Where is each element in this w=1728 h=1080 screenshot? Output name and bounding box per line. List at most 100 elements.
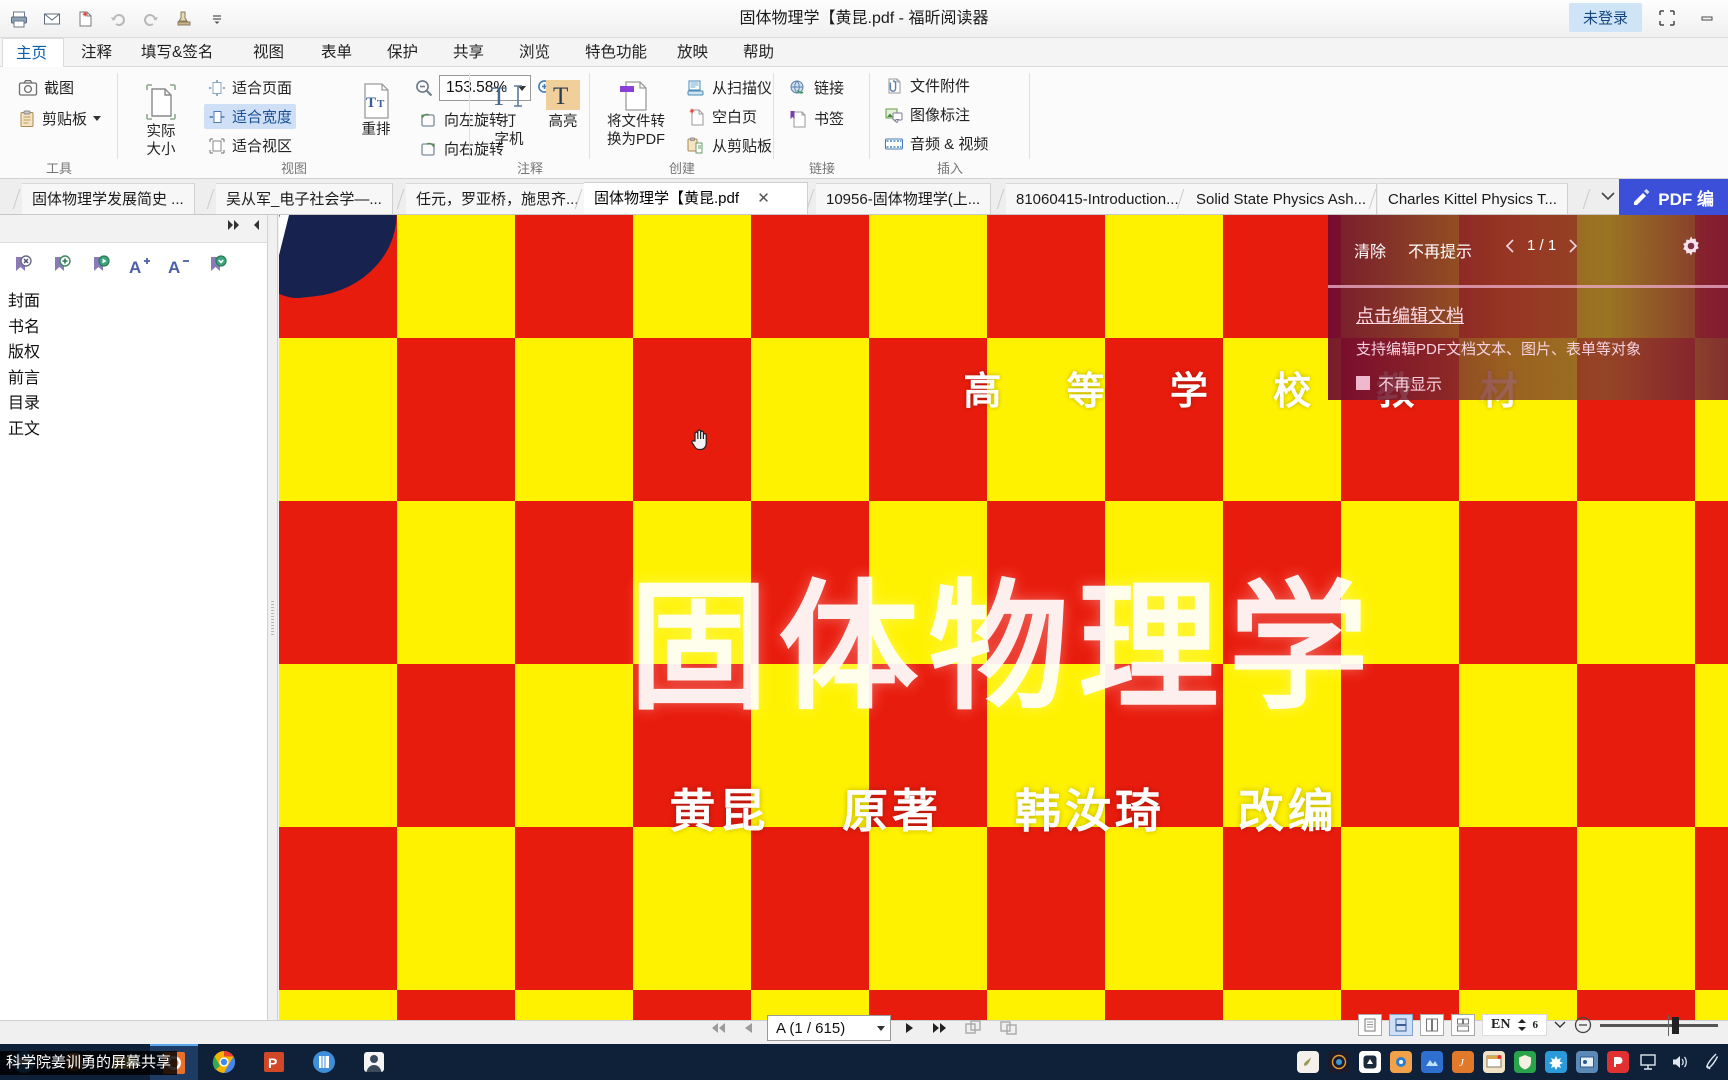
continuous-icon[interactable] xyxy=(1389,1014,1414,1036)
document-view[interactable]: 高 等 学 校 教 材 固体物理学 黄昆 原著 韩汝琦 改编 清除 不再提示 1… xyxy=(279,215,1728,1020)
tray-app-3-icon[interactable] xyxy=(1359,1051,1381,1073)
page-select-chevron-down-icon[interactable] xyxy=(877,1025,885,1031)
bookmark-item-cover[interactable]: 封面 xyxy=(2,289,267,315)
convert-to-pdf-button[interactable]: 将文件转 换为PDF xyxy=(598,75,674,149)
user-icon[interactable] xyxy=(350,1044,398,1080)
bookmark-expand-icon[interactable] xyxy=(205,253,231,279)
highlight-button[interactable]: T 高亮 xyxy=(532,75,594,131)
doc-tab-0[interactable]: 固体物理学发展简史 ... xyxy=(22,183,195,214)
ribbon-tab-help[interactable]: 帮助 xyxy=(730,38,787,67)
page-number-select[interactable]: A (1 / 615) xyxy=(767,1015,891,1041)
ribbon-tab-fill-sign[interactable]: 填写&签名 xyxy=(128,38,226,67)
tray-app-6-icon[interactable]: J xyxy=(1452,1051,1474,1073)
first-page-icon[interactable] xyxy=(706,1018,730,1038)
promo-clear-button[interactable]: 清除 xyxy=(1354,238,1386,262)
tray-app-10-icon[interactable] xyxy=(1576,1051,1598,1073)
tray-app-5-icon[interactable] xyxy=(1421,1051,1443,1073)
tray-app-4-icon[interactable] xyxy=(1390,1051,1412,1073)
bookmark-item-body[interactable]: 正文 xyxy=(2,417,267,443)
doc-tab-1[interactable]: 吴从军_电子社会学—... xyxy=(216,183,393,214)
ribbon-tab-browse[interactable]: 浏览 xyxy=(506,38,563,67)
actual-size-button[interactable]: 实际 大小 xyxy=(128,77,194,159)
pdf-edit-badge[interactable]: PDF 编 xyxy=(1619,179,1728,215)
print-icon[interactable] xyxy=(4,4,34,34)
fit-width-button[interactable]: 适合宽度 xyxy=(204,104,297,129)
login-status-button[interactable]: 未登录 xyxy=(1568,3,1642,32)
monitor-icon[interactable] xyxy=(1638,1051,1660,1073)
doc-tab-close-icon[interactable]: ✕ xyxy=(757,190,770,207)
fit-page-button[interactable]: 适合页面 xyxy=(204,75,296,100)
doc-tab-4[interactable]: 10956-固体物理学(上... xyxy=(816,183,992,214)
volume-icon[interactable] xyxy=(1669,1051,1691,1073)
panel-expand-icon[interactable] xyxy=(227,219,241,231)
promo-hide-checkbox[interactable]: 不再显示 xyxy=(1356,371,1728,395)
ribbon-tab-comment[interactable]: 注释 xyxy=(68,38,125,67)
from-scanner-button[interactable]: 从扫描仪 xyxy=(682,75,776,100)
promo-prev-chevron-left-icon[interactable] xyxy=(1504,238,1516,254)
bookmark-item-preface[interactable]: 前言 xyxy=(2,366,267,392)
ribbon-tab-share[interactable]: 共享 xyxy=(440,38,497,67)
ribbon-collapse-icon[interactable] xyxy=(1652,4,1682,32)
panel-splitter[interactable] xyxy=(268,215,278,1020)
clipboard-dropdown-icon[interactable] xyxy=(93,116,102,121)
zoom-preset-chevron-down-icon[interactable] xyxy=(1554,1020,1566,1030)
bookmark-goto-icon[interactable] xyxy=(88,253,114,279)
powerpoint-icon[interactable]: P xyxy=(250,1044,298,1080)
doc-tab-5[interactable]: 81060415-Introduction... xyxy=(1006,183,1190,214)
doc-tab-7[interactable]: Charles Kittel Physics T... xyxy=(1378,183,1568,214)
stamp-icon[interactable] xyxy=(169,4,199,34)
bookmark-add-icon[interactable] xyxy=(49,253,75,279)
promo-edit-link[interactable]: 点击编辑文档 xyxy=(1356,302,1464,328)
fit-view-icon[interactable] xyxy=(961,1017,987,1039)
ribbon-tab-view[interactable]: 视图 xyxy=(240,38,297,67)
facing-icon[interactable] xyxy=(1420,1014,1445,1036)
ribbon-tab-protect[interactable]: 保护 xyxy=(374,38,431,67)
tray-app-8-icon[interactable] xyxy=(1514,1051,1536,1073)
typewriter-button[interactable]: T 打 字机 xyxy=(478,75,540,149)
app-blue-icon[interactable] xyxy=(300,1044,348,1080)
prev-page-icon[interactable] xyxy=(739,1018,758,1038)
zoom-out-icon[interactable] xyxy=(1573,1015,1593,1035)
tray-app-9-icon[interactable] xyxy=(1545,1051,1567,1073)
email-icon[interactable] xyxy=(37,4,67,34)
qat-more-icon[interactable] xyxy=(202,4,232,34)
link-button[interactable]: 链接 xyxy=(784,75,848,100)
zoom-slider[interactable] xyxy=(1600,1014,1718,1036)
ribbon-tab-home[interactable]: 主页 xyxy=(2,38,64,68)
last-page-icon[interactable] xyxy=(928,1018,952,1038)
screenshot-button[interactable]: 截图 xyxy=(14,75,105,100)
minimize-button[interactable] xyxy=(1692,4,1722,32)
bookmark-item-contents[interactable]: 目录 xyxy=(2,391,267,417)
file-attachment-button[interactable]: 文件附件 xyxy=(880,73,992,98)
bookmark-item-copyright[interactable]: 版权 xyxy=(2,340,267,366)
zoom-out-icon[interactable] xyxy=(414,78,434,98)
facing-cover-icon[interactable] xyxy=(1451,1014,1476,1036)
pen-icon[interactable] xyxy=(1700,1051,1722,1073)
ime-indicator[interactable]: EN 6 xyxy=(1482,1014,1547,1036)
from-clipboard-button[interactable]: 从剪贴板 xyxy=(682,133,776,158)
promo-no-remind-button[interactable]: 不再提示 xyxy=(1408,238,1472,262)
ribbon-tab-present[interactable]: 放映 xyxy=(664,38,721,67)
redo-icon[interactable] xyxy=(136,4,166,34)
clipboard-button[interactable]: 剪贴板 xyxy=(14,106,105,131)
ribbon-tab-features[interactable]: 特色功能 xyxy=(572,38,660,67)
split-view-icon[interactable] xyxy=(996,1017,1022,1039)
tray-app-2-icon[interactable] xyxy=(1328,1051,1350,1073)
single-page-icon[interactable] xyxy=(1358,1014,1383,1036)
new-doc-icon[interactable] xyxy=(70,4,100,34)
image-annotation-button[interactable]: 图像标注 xyxy=(880,102,992,127)
doc-tab-2[interactable]: 任元，罗亚桥，施思齐... xyxy=(406,183,590,214)
panel-collapse-icon[interactable] xyxy=(251,219,261,231)
fit-visible-button[interactable]: 适合视区 xyxy=(204,133,296,158)
font-increase-icon[interactable]: A xyxy=(127,253,153,279)
ime-stepper-icon[interactable] xyxy=(1517,1018,1527,1032)
next-page-icon[interactable] xyxy=(900,1018,919,1038)
tray-app-7-icon[interactable] xyxy=(1483,1051,1505,1073)
bookmark-item-title[interactable]: 书名 xyxy=(2,315,267,341)
promo-next-chevron-right-icon[interactable] xyxy=(1567,238,1579,254)
doc-tab-3-active[interactable]: 固体物理学【黄昆.pdf ✕ xyxy=(584,182,808,214)
checkbox-icon[interactable] xyxy=(1356,376,1370,390)
tab-overflow-chevron-down-icon[interactable] xyxy=(1600,191,1616,201)
bookmark-delete-icon[interactable] xyxy=(10,253,36,279)
doc-tab-6[interactable]: Solid State Physics Ash... xyxy=(1186,183,1378,214)
